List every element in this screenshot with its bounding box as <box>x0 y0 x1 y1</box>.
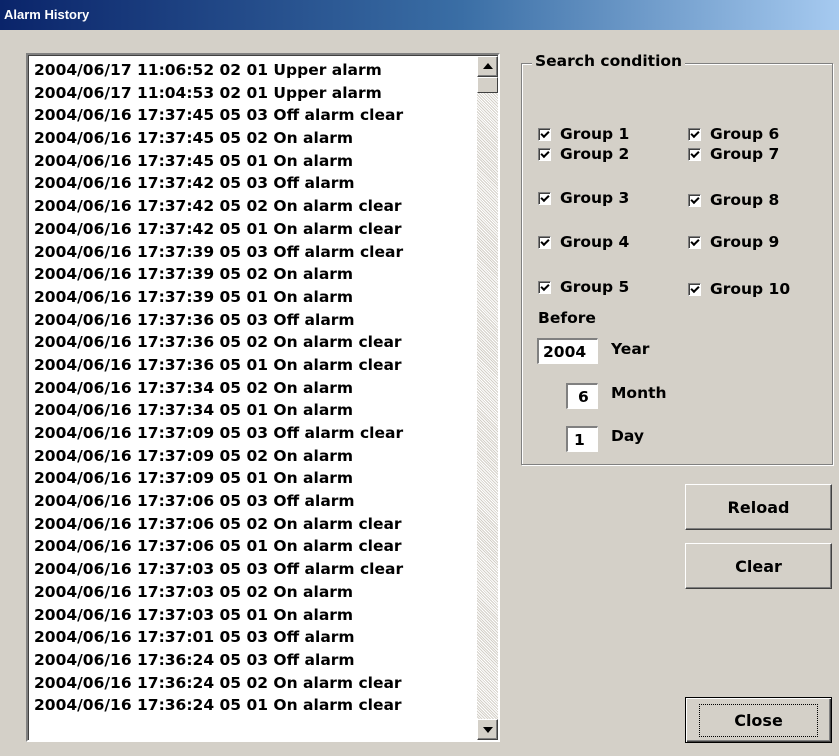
check-mark-icon <box>690 194 700 204</box>
group-7-checkbox[interactable]: Group 7 <box>688 144 779 164</box>
list-item[interactable]: 2004/06/16 17:37:03 05 03 Off alarm clea… <box>34 558 479 581</box>
list-item[interactable]: 2004/06/16 17:37:42 05 03 Off alarm <box>34 172 479 195</box>
check-mark-icon <box>690 236 700 246</box>
check-mark-icon <box>540 128 550 138</box>
year-field[interactable]: 2004 <box>537 338 598 364</box>
checkbox-box <box>538 147 551 161</box>
group-6-checkbox[interactable]: Group 6 <box>688 124 779 144</box>
list-item[interactable]: 2004/06/16 17:36:24 05 02 On alarm clear <box>34 672 479 695</box>
checkbox-box <box>688 235 701 249</box>
list-item[interactable]: 2004/06/16 17:37:36 05 01 On alarm clear <box>34 354 479 377</box>
checkbox-box <box>538 127 551 141</box>
group-5-label: Group 5 <box>560 278 630 296</box>
list-item[interactable]: 2004/06/16 17:37:36 05 03 Off alarm <box>34 309 479 332</box>
alarm-list-items: 2004/06/17 11:06:52 02 01 Upper alarm 200… <box>34 59 479 717</box>
list-item[interactable]: 2004/06/17 11:06:52 02 01 Upper alarm <box>34 59 479 82</box>
list-item[interactable]: 2004/06/16 17:37:06 05 03 Off alarm <box>34 490 479 513</box>
arrow-up-icon <box>483 63 493 69</box>
check-mark-icon <box>540 236 550 246</box>
search-condition-legend: Search condition <box>532 52 686 70</box>
list-item[interactable]: 2004/06/17 11:04:53 02 01 Upper alarm <box>34 82 479 105</box>
list-item[interactable]: 2004/06/16 17:37:06 05 02 On alarm clear <box>34 513 479 536</box>
checkbox-box <box>688 147 701 161</box>
list-item[interactable]: 2004/06/16 17:37:09 05 03 Off alarm clea… <box>34 422 479 445</box>
list-item[interactable]: 2004/06/16 17:37:03 05 01 On alarm <box>34 604 479 627</box>
before-label: Before <box>538 309 596 327</box>
list-item[interactable]: 2004/06/16 17:37:36 05 02 On alarm clear <box>34 331 479 354</box>
list-item[interactable]: 2004/06/16 17:37:03 05 02 On alarm <box>34 581 479 604</box>
list-item[interactable]: 2004/06/16 17:36:24 05 01 On alarm clear <box>34 694 479 717</box>
clear-button[interactable]: Clear <box>685 543 832 589</box>
list-item[interactable]: 2004/06/16 17:37:01 05 03 Off alarm <box>34 626 479 649</box>
group-3-checkbox[interactable]: Group 3 <box>538 188 629 208</box>
list-item[interactable]: 2004/06/16 17:37:45 05 01 On alarm <box>34 150 479 173</box>
window-title: Alarm History <box>4 7 90 22</box>
list-item[interactable]: 2004/06/16 17:37:42 05 01 On alarm clear <box>34 218 479 241</box>
check-mark-icon <box>540 281 550 291</box>
list-item[interactable]: 2004/06/16 17:37:42 05 02 On alarm clear <box>34 195 479 218</box>
list-item[interactable]: 2004/06/16 17:37:39 05 01 On alarm <box>34 286 479 309</box>
list-item[interactable]: 2004/06/16 17:36:24 05 03 Off alarm <box>34 649 479 672</box>
group-7-label: Group 7 <box>710 145 780 163</box>
group-4-label: Group 4 <box>560 233 630 251</box>
group-10-label: Group 10 <box>710 280 791 298</box>
day-field[interactable]: 1 <box>566 426 598 452</box>
alarm-history-list[interactable]: 2004/06/17 11:06:52 02 01 Upper alarm 200… <box>26 53 500 742</box>
close-button-label: Close <box>699 703 818 737</box>
check-mark-icon <box>690 148 700 158</box>
list-item[interactable]: 2004/06/16 17:37:39 05 03 Off alarm clea… <box>34 241 479 264</box>
title-bar[interactable]: Alarm History <box>0 0 839 30</box>
scroll-thumb[interactable] <box>477 77 498 93</box>
check-mark-icon <box>690 128 700 138</box>
list-item[interactable]: 2004/06/16 17:37:34 05 02 On alarm <box>34 377 479 400</box>
close-button[interactable]: Close <box>685 697 832 743</box>
month-label: Month <box>611 384 667 402</box>
group-9-label: Group 9 <box>710 233 780 251</box>
list-item[interactable]: 2004/06/16 17:37:34 05 01 On alarm <box>34 399 479 422</box>
list-item[interactable]: 2004/06/16 17:37:45 05 02 On alarm <box>34 127 479 150</box>
group-3-label: Group 3 <box>560 189 630 207</box>
checkbox-box <box>688 193 701 207</box>
list-item[interactable]: 2004/06/16 17:37:06 05 01 On alarm clear <box>34 535 479 558</box>
year-label: Year <box>611 340 650 358</box>
check-mark-icon <box>540 192 550 202</box>
group-2-checkbox[interactable]: Group 2 <box>538 144 629 164</box>
checkbox-box <box>538 235 551 249</box>
group-2-label: Group 2 <box>560 145 630 163</box>
list-item[interactable]: 2004/06/16 17:37:09 05 02 On alarm <box>34 445 479 468</box>
check-mark-icon <box>540 148 550 158</box>
group-8-checkbox[interactable]: Group 8 <box>688 190 779 210</box>
arrow-down-icon <box>483 727 493 733</box>
group-6-label: Group 6 <box>710 125 780 143</box>
list-item[interactable]: 2004/06/16 17:37:45 05 03 Off alarm clea… <box>34 104 479 127</box>
checkbox-box <box>688 282 701 296</box>
scroll-up-button[interactable] <box>477 56 498 77</box>
group-1-checkbox[interactable]: Group 1 <box>538 124 629 144</box>
list-scrollbar[interactable] <box>477 56 498 740</box>
checkbox-box <box>538 280 551 294</box>
group-1-label: Group 1 <box>560 125 630 143</box>
check-mark-icon <box>690 283 700 293</box>
day-label: Day <box>611 427 644 445</box>
list-item[interactable]: 2004/06/16 17:37:09 05 01 On alarm <box>34 467 479 490</box>
checkbox-box <box>688 127 701 141</box>
group-8-label: Group 8 <box>710 191 780 209</box>
scroll-down-button[interactable] <box>477 719 498 740</box>
group-10-checkbox[interactable]: Group 10 <box>688 279 790 299</box>
checkbox-box <box>538 191 551 205</box>
list-item[interactable]: 2004/06/16 17:37:39 05 02 On alarm <box>34 263 479 286</box>
group-5-checkbox[interactable]: Group 5 <box>538 277 629 297</box>
group-9-checkbox[interactable]: Group 9 <box>688 232 779 252</box>
group-4-checkbox[interactable]: Group 4 <box>538 232 629 252</box>
month-field[interactable]: 6 <box>566 383 598 409</box>
reload-button[interactable]: Reload <box>685 484 832 530</box>
